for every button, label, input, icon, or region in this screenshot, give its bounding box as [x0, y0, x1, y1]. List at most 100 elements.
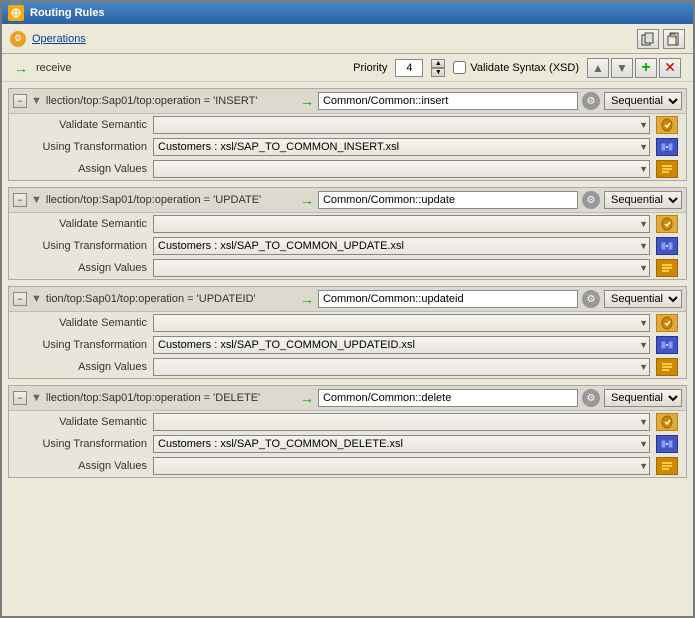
row-label-2-1: Validate Semantic	[17, 218, 147, 230]
sequential-select-1[interactable]: Sequential	[604, 92, 682, 110]
row-label-4-3: Assign Values	[17, 460, 147, 472]
sequential-select-2[interactable]: Sequential	[604, 191, 682, 209]
gear-button-2[interactable]: ⚙	[582, 191, 600, 209]
window-icon	[8, 5, 24, 21]
priority-up-button[interactable]: ▲	[431, 59, 445, 68]
row-select-4-2[interactable]: Customers : xsl/SAP_TO_COMMON_DELETE.xsl	[153, 435, 650, 453]
priority-label: Priority	[353, 62, 387, 74]
rule-row-3-3: Assign Values ▼	[9, 356, 686, 378]
title-bar: Routing Rules	[2, 2, 693, 24]
row-icon-button-1-3[interactable]	[656, 160, 678, 178]
filter-icon-3: ▼	[31, 293, 42, 305]
row-icon-button-3-3[interactable]	[656, 358, 678, 376]
rule-row-4-2: Using Transformation Customers : xsl/SAP_…	[9, 433, 686, 455]
copy-button[interactable]	[637, 29, 659, 49]
operation-input-4[interactable]	[318, 389, 578, 407]
paste-button[interactable]	[663, 29, 685, 49]
select-wrapper-4-1: ▼	[153, 413, 650, 431]
operation-arrow-icon-4: →	[300, 390, 314, 406]
rule-group-1: −▼llection/top:Sap01/top:operation = 'IN…	[8, 88, 687, 181]
select-wrapper-3-2: Customers : xsl/SAP_TO_COMMON_UPDATEID.x…	[153, 336, 650, 354]
filter-icon-2: ▼	[31, 194, 42, 206]
row-icon-button-4-3[interactable]	[656, 457, 678, 475]
row-select-4-3[interactable]	[153, 457, 650, 475]
operations-link[interactable]: Operations	[32, 33, 86, 45]
validate-syntax-check: Validate Syntax (XSD)	[453, 61, 579, 74]
row-select-1-3[interactable]	[153, 160, 650, 178]
routing-rules-window: Routing Rules ⚙ Operations → receiv	[0, 0, 695, 618]
select-wrapper-1-1: ▼	[153, 116, 650, 134]
rule-header-1: −▼ llection/top:Sap01/top:operation = 'IN…	[9, 89, 686, 114]
rule-header-4: −▼llection/top:Sap01/top:operation = 'DE…	[9, 386, 686, 411]
row-select-2-2[interactable]: Customers : xsl/SAP_TO_COMMON_UPDATE.xsl	[153, 237, 650, 255]
select-wrapper-2-1: ▼	[153, 215, 650, 233]
row-select-3-3[interactable]	[153, 358, 650, 376]
add-rule-button[interactable]: +	[635, 58, 657, 78]
row-icon-button-4-2[interactable]	[656, 435, 678, 453]
priority-input[interactable]	[395, 59, 423, 77]
row-icon-button-3-2[interactable]	[656, 336, 678, 354]
rule-row-3-1: Validate Semantic▼	[9, 312, 686, 334]
rule-row-1-2: Using Transformation Customers : xsl/SAP_…	[9, 136, 686, 158]
operations-icon: ⚙	[10, 31, 26, 47]
select-wrapper-1-3: ▼	[153, 160, 650, 178]
validate-syntax-checkbox[interactable]	[453, 61, 466, 74]
gear-button-4[interactable]: ⚙	[582, 389, 600, 407]
row-icon-button-2-2[interactable]	[656, 237, 678, 255]
select-wrapper-4-3: ▼	[153, 457, 650, 475]
row-label-4-2: Using Transformation	[17, 438, 147, 450]
delete-rule-button[interactable]: ✕	[659, 58, 681, 78]
select-wrapper-3-3: ▼	[153, 358, 650, 376]
row-icon-button-1-1[interactable]	[656, 116, 678, 134]
move-up-button[interactable]: ▲	[587, 58, 609, 78]
row-label-1-2: Using Transformation	[17, 141, 147, 153]
row-icon-button-1-2[interactable]	[656, 138, 678, 156]
rule-group-2: −▼llection/top:Sap01/top:operation = 'UP…	[8, 187, 687, 280]
rule-header-2: −▼ llection/top:Sap01/top:operation = 'UP…	[9, 188, 686, 213]
row-label-3-2: Using Transformation	[17, 339, 147, 351]
receive-label: receive	[36, 62, 71, 74]
row-label-3-1: Validate Semantic	[17, 317, 147, 329]
row-icon-button-2-1[interactable]	[656, 215, 678, 233]
gear-button-1[interactable]: ⚙	[582, 92, 600, 110]
filter-icon-1: ▼	[31, 95, 42, 107]
receive-bar: → receive Priority ▲ ▼ Validate Syntax (…	[2, 54, 693, 82]
validate-syntax-label: Validate Syntax (XSD)	[470, 62, 579, 74]
receive-arrow-icon: →	[14, 60, 28, 76]
condition-text-1: llection/top:Sap01/top:operation = 'INSE…	[46, 95, 296, 107]
row-select-4-1[interactable]	[153, 413, 650, 431]
row-select-3-1[interactable]	[153, 314, 650, 332]
move-down-button[interactable]: ▼	[611, 58, 633, 78]
priority-down-button[interactable]: ▼	[431, 68, 445, 77]
sequential-select-4[interactable]: Sequential	[604, 389, 682, 407]
collapse-button-1[interactable]: −	[13, 94, 27, 108]
operation-input-1[interactable]	[318, 92, 578, 110]
row-select-1-2[interactable]: Customers : xsl/SAP_TO_COMMON_INSERT.xsl	[153, 138, 650, 156]
row-icon-button-2-3[interactable]	[656, 259, 678, 277]
row-icon-button-3-1[interactable]	[656, 314, 678, 332]
operation-input-2[interactable]	[318, 191, 578, 209]
row-select-1-1[interactable]	[153, 116, 650, 134]
row-label-1-3: Assign Values	[17, 163, 147, 175]
operation-arrow-icon-3: →	[300, 291, 314, 307]
rule-row-3-2: Using Transformation Customers : xsl/SAP_…	[9, 334, 686, 356]
row-label-3-3: Assign Values	[17, 361, 147, 373]
content-area: −▼llection/top:Sap01/top:operation = 'IN…	[2, 82, 693, 616]
row-select-3-2[interactable]: Customers : xsl/SAP_TO_COMMON_UPDATEID.x…	[153, 336, 650, 354]
row-icon-button-4-1[interactable]	[656, 413, 678, 431]
row-label-1-1: Validate Semantic	[17, 119, 147, 131]
operation-input-3[interactable]	[318, 290, 578, 308]
gear-button-3[interactable]: ⚙	[582, 290, 600, 308]
toolbar: ⚙ Operations	[2, 24, 693, 54]
sequential-select-3[interactable]: Sequential	[604, 290, 682, 308]
collapse-button-4[interactable]: −	[13, 391, 27, 405]
select-wrapper-2-2: Customers : xsl/SAP_TO_COMMON_UPDATE.xsl…	[153, 237, 650, 255]
collapse-button-3[interactable]: −	[13, 292, 27, 306]
select-wrapper-4-2: Customers : xsl/SAP_TO_COMMON_DELETE.xsl…	[153, 435, 650, 453]
condition-text-2: llection/top:Sap01/top:operation = 'UPDA…	[46, 194, 296, 206]
row-select-2-1[interactable]	[153, 215, 650, 233]
row-select-2-3[interactable]	[153, 259, 650, 277]
rule-group-3: −▼tion/top:Sap01/top:operation = 'UPDATE…	[8, 286, 687, 379]
collapse-button-2[interactable]: −	[13, 193, 27, 207]
priority-spinner: ▲ ▼	[431, 59, 445, 77]
